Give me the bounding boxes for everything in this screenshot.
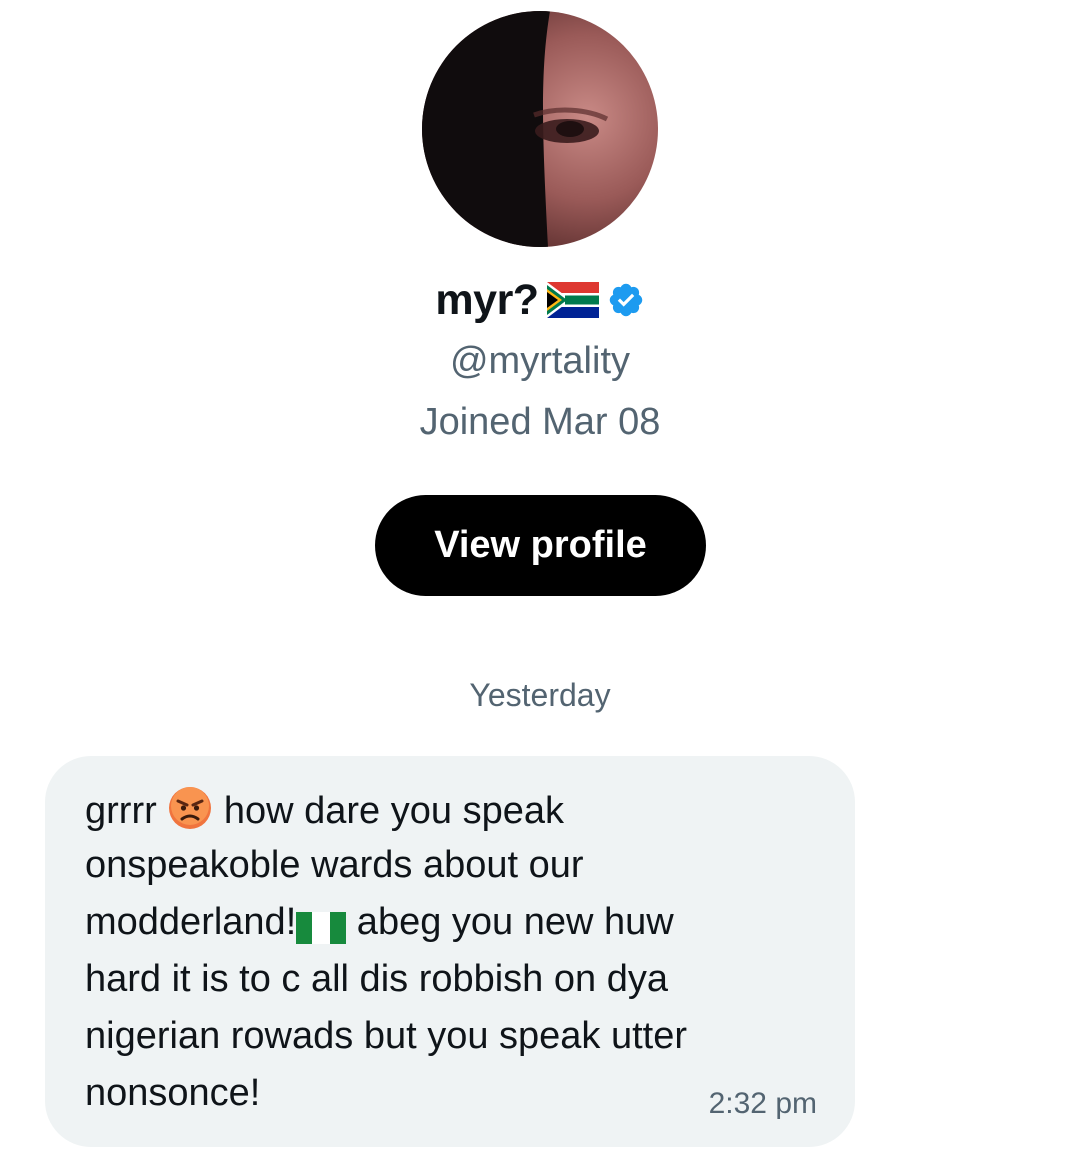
verified-badge-icon xyxy=(607,281,645,319)
message-bubble[interactable]: grrrr how dare you speak onspeakoble war… xyxy=(45,756,855,1147)
profile-name-row: myr? xyxy=(0,272,1080,328)
profile-handle: @myrtality xyxy=(449,340,631,382)
message-line: nonsonce! xyxy=(85,1072,261,1114)
angry-face-icon xyxy=(167,785,213,842)
message-timestamp: 2:32 pm xyxy=(708,1087,817,1120)
nigeria-flag-icon xyxy=(296,907,347,953)
display-name: myr? xyxy=(435,275,539,324)
south-africa-flag-icon xyxy=(546,282,599,318)
message-line: nigerian rowads but you speak utter xyxy=(85,1015,688,1057)
avatar[interactable] xyxy=(422,11,658,247)
message-line: hard it is to c all dis robbish on dya xyxy=(85,958,668,1000)
view-profile-button[interactable]: View profile xyxy=(375,495,706,596)
date-separator: Yesterday xyxy=(469,677,611,713)
avatar-image xyxy=(422,11,658,247)
message-line: onspeakoble wards about our xyxy=(85,844,584,886)
joined-date: Joined Mar 08 xyxy=(419,401,661,443)
message-line: grrrr how dare you speak xyxy=(85,785,564,832)
message-line: modderland! abeg you new huw xyxy=(85,899,674,945)
